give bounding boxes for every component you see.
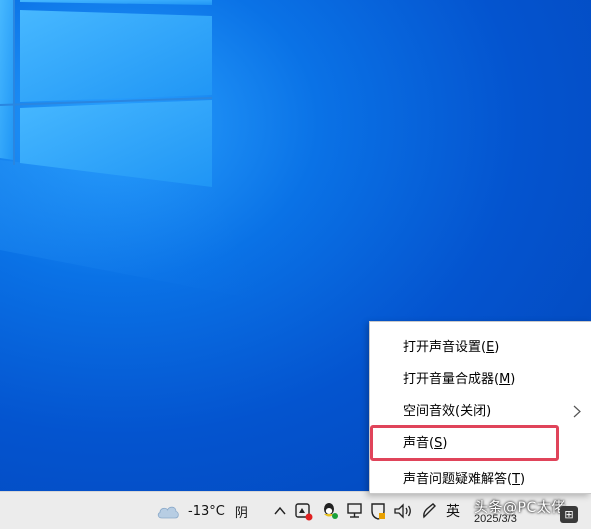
weather-temperature: -13°C [188,503,225,519]
input-language-indicator[interactable]: 英 [446,501,460,523]
taskbar: -13°C 阴 英 2025/3/3 头条@PC太佬 ⊞ [0,491,591,529]
watermark-text: 头条@PC太佬 [474,500,566,516]
chevron-right-icon [573,405,581,418]
menu-item-troubleshoot-sound[interactable]: 声音问题疑难解答(T) [370,465,591,495]
chevron-up-icon[interactable] [274,500,286,522]
volume-icon[interactable] [392,500,414,522]
weather-widget[interactable]: -13°C 阴 [156,499,248,523]
notification-center-button[interactable]: ⊞ [560,506,578,523]
menu-item-sounds[interactable]: 声音(S) [370,429,591,459]
menu-item-open-sound-settings[interactable]: 打开声音设置(E) [370,333,591,363]
pen-icon[interactable] [420,500,438,522]
volume-context-menu: 打开声音设置(E) 打开音量合成器(M) 空间音效(关闭) 声音(S) 声音问题… [369,321,591,494]
cloud-icon [157,506,179,519]
menu-item-open-volume-mixer[interactable]: 打开音量合成器(M) [370,365,591,395]
app-notification-icon[interactable] [294,500,314,522]
menu-item-spatial-sound[interactable]: 空间音效(关闭) [370,397,591,427]
security-shield-icon[interactable] [369,500,387,522]
qq-icon[interactable] [320,500,340,522]
network-icon[interactable] [345,500,365,522]
weather-condition: 阴 [234,505,248,521]
